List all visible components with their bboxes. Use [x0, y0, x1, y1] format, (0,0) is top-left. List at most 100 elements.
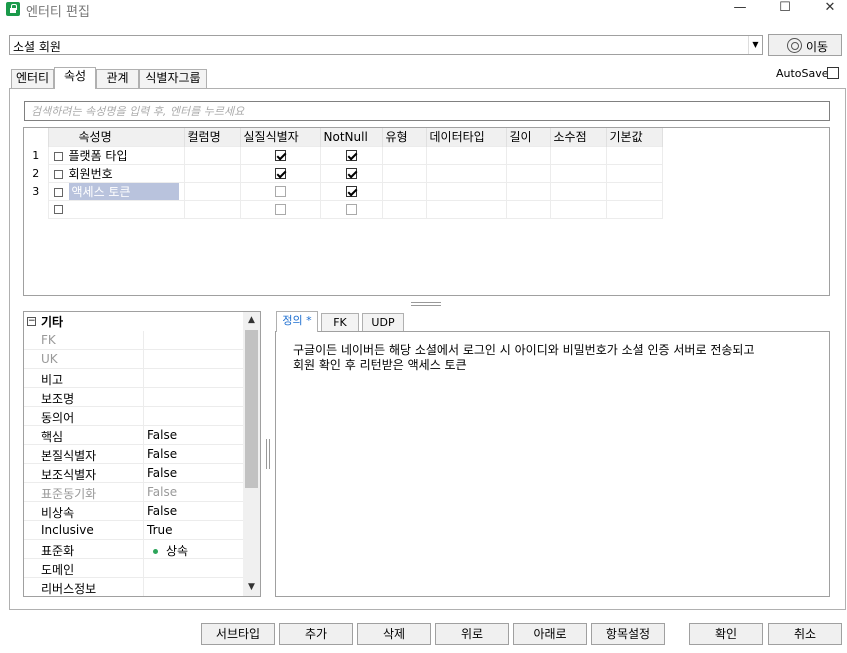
minimize-button[interactable]: —	[725, 0, 755, 18]
tab-identifier-group[interactable]: 식별자그룹	[139, 69, 207, 88]
pk-checkbox[interactable]	[274, 203, 286, 215]
type-cell[interactable]	[381, 145, 427, 165]
scroll-up-icon[interactable]: ▲	[243, 312, 260, 329]
notnull-checkbox[interactable]	[345, 167, 357, 179]
property-row[interactable]: 본질식별자 False	[24, 445, 244, 464]
property-value[interactable]: False	[147, 447, 177, 461]
autosave-checkbox[interactable]	[827, 67, 839, 79]
tab-definition[interactable]: 정의 *	[276, 311, 318, 332]
decimal-cell[interactable]	[549, 181, 607, 201]
col-header-pk[interactable]: 실질식별자	[240, 128, 321, 146]
pk-cell[interactable]	[239, 181, 321, 201]
property-row[interactable]: 보조식별자 False	[24, 464, 244, 483]
notnull-cell[interactable]	[319, 163, 383, 183]
maximize-button[interactable]: ☐	[770, 0, 800, 18]
property-value[interactable]: False	[147, 428, 177, 442]
col-header-default[interactable]: 기본값	[606, 128, 663, 146]
table-row-new[interactable]	[24, 199, 663, 219]
move-button[interactable]: 이동	[768, 34, 842, 56]
attr-name-cell[interactable]: 액세스 토큰	[47, 181, 185, 201]
default-cell[interactable]	[605, 199, 663, 219]
pk-cell[interactable]	[239, 145, 321, 165]
col-header-datatype[interactable]: 데이터타입	[426, 128, 507, 146]
chevron-down-icon[interactable]: ▼	[748, 36, 762, 54]
property-row[interactable]: UK	[24, 350, 244, 369]
tab-relations[interactable]: 관계	[96, 69, 139, 88]
type-cell[interactable]	[381, 163, 427, 183]
definition-text[interactable]: 구글이든 네이버든 해당 소셜에서 로그인 시 아이디와 비밀번호가 소셜 인증…	[293, 343, 813, 373]
datatype-cell[interactable]	[425, 145, 507, 165]
length-cell[interactable]	[505, 145, 551, 165]
row-select-box[interactable]	[53, 205, 63, 214]
property-row[interactable]: 비상속 False	[24, 502, 244, 521]
cancel-button[interactable]: 취소	[768, 623, 842, 645]
add-button[interactable]: 추가	[279, 623, 353, 645]
definition-editor[interactable]: 구글이든 네이버든 해당 소셜에서 로그인 시 아이디와 비밀번호가 소셜 인증…	[275, 331, 830, 597]
property-row[interactable]: 비고	[24, 369, 244, 388]
type-cell[interactable]	[381, 181, 427, 201]
column-name-cell[interactable]	[183, 181, 241, 201]
property-scrollbar[interactable]: ▲ ▼	[243, 312, 260, 596]
column-name-cell[interactable]	[183, 199, 241, 219]
notnull-cell[interactable]	[319, 199, 383, 219]
search-input[interactable]	[25, 102, 829, 120]
pk-checkbox[interactable]	[274, 167, 286, 179]
delete-button[interactable]: 삭제	[357, 623, 431, 645]
pk-cell[interactable]	[239, 199, 321, 219]
pk-checkbox[interactable]	[274, 149, 286, 161]
col-header-column[interactable]: 컬럼명	[184, 128, 241, 146]
move-up-button[interactable]: 위로	[435, 623, 509, 645]
item-settings-button[interactable]: 항목설정	[591, 623, 665, 645]
tab-fk[interactable]: FK	[321, 313, 359, 332]
property-group-header[interactable]: − 기타	[24, 312, 244, 331]
table-row[interactable]: 1 플랫폼 타입	[24, 145, 663, 165]
property-row[interactable]: 동의어	[24, 407, 244, 426]
property-value[interactable]: True	[147, 523, 173, 537]
property-value[interactable]: False	[147, 485, 177, 499]
attr-name-cell[interactable]: 회원번호	[47, 163, 185, 183]
table-row[interactable]: 2 회원번호	[24, 163, 663, 183]
datatype-cell[interactable]	[425, 163, 507, 183]
col-header-type[interactable]: 유형	[382, 128, 427, 146]
pk-cell[interactable]	[239, 163, 321, 183]
table-row[interactable]: 3 액세스 토큰	[24, 181, 663, 201]
property-row[interactable]: 핵심 False	[24, 426, 244, 445]
decimal-cell[interactable]	[549, 163, 607, 183]
scroll-thumb[interactable]	[245, 330, 258, 488]
col-header-name[interactable]: 속성명	[48, 128, 185, 146]
col-header-decimal[interactable]: 소수점	[550, 128, 607, 146]
col-header-length[interactable]: 길이	[506, 128, 551, 146]
tab-attributes[interactable]: 속성	[54, 67, 96, 89]
vertical-splitter[interactable]	[266, 439, 270, 469]
property-row[interactable]: FK	[24, 331, 244, 350]
notnull-checkbox[interactable]	[345, 185, 357, 197]
row-select-box[interactable]	[53, 169, 63, 179]
length-cell[interactable]	[505, 181, 551, 201]
property-row[interactable]: 표준동기화 False	[24, 483, 244, 502]
notnull-cell[interactable]	[319, 145, 383, 165]
close-button[interactable]: ✕	[815, 0, 845, 18]
tab-udp[interactable]: UDP	[362, 313, 404, 332]
property-row[interactable]: 도메인	[24, 559, 244, 578]
property-row[interactable]: 보조명	[24, 388, 244, 407]
default-cell[interactable]	[605, 145, 663, 165]
length-cell[interactable]	[505, 163, 551, 183]
subtype-button[interactable]: 서브타입	[201, 623, 275, 645]
decimal-cell[interactable]	[549, 145, 607, 165]
property-row[interactable]: 리버스정보	[24, 578, 244, 596]
row-select-box[interactable]	[53, 187, 63, 197]
ok-button[interactable]: 확인	[689, 623, 763, 645]
default-cell[interactable]	[605, 181, 663, 201]
column-name-cell[interactable]	[183, 145, 241, 165]
attr-name-cell[interactable]: 플랫폼 타입	[47, 145, 185, 165]
collapse-icon[interactable]: −	[27, 317, 36, 326]
property-row[interactable]: 표준화 상속	[24, 540, 244, 559]
type-cell[interactable]	[381, 199, 427, 219]
col-header-notnull[interactable]: NotNull	[320, 128, 383, 146]
notnull-checkbox[interactable]	[345, 203, 357, 215]
pk-checkbox[interactable]	[274, 185, 286, 197]
move-down-button[interactable]: 아래로	[513, 623, 587, 645]
decimal-cell[interactable]	[549, 199, 607, 219]
property-value[interactable]: 상속	[147, 542, 188, 559]
length-cell[interactable]	[505, 199, 551, 219]
